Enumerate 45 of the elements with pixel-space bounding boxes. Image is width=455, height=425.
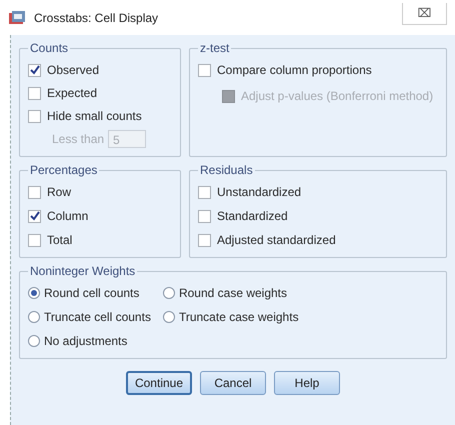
- checkbox-label: Adjust p-values (Bonferroni method): [241, 88, 434, 105]
- less-than-label: Less than: [52, 131, 104, 148]
- checkbox-label: Expected: [47, 85, 98, 102]
- radio-label: Round cell counts: [44, 285, 140, 302]
- group-title: z-test: [199, 40, 230, 57]
- radio-label: Truncate cell counts: [44, 309, 151, 326]
- group-title: Residuals: [199, 162, 254, 179]
- checkbox-label: Standardized: [217, 208, 288, 225]
- checkbox-label: Row: [47, 184, 72, 201]
- checkbox[interactable]: [28, 210, 41, 222]
- dialog-button[interactable]: Cancel: [200, 371, 266, 395]
- checkbox[interactable]: [198, 186, 211, 198]
- checkbox[interactable]: [198, 210, 211, 222]
- checkbox-label: Hide small counts: [47, 108, 142, 125]
- dialog-button[interactable]: Help: [274, 371, 340, 395]
- checkbox[interactable]: [28, 186, 41, 198]
- group-title: Noninteger Weights: [29, 263, 136, 280]
- checkbox-label: Column: [47, 208, 88, 225]
- checkbox-label: Observed: [47, 62, 100, 79]
- checkbox-label: Total: [47, 232, 72, 249]
- radio-label: No adjustments: [44, 333, 128, 350]
- radio-button[interactable]: [28, 335, 40, 347]
- close-button[interactable]: ⌧: [402, 2, 447, 24]
- checkbox[interactable]: [198, 234, 211, 246]
- checkbox[interactable]: [28, 64, 41, 76]
- radio-label: Round case weights: [178, 285, 288, 302]
- radio-button[interactable]: [162, 287, 175, 299]
- radio-button[interactable]: [28, 287, 40, 299]
- checkmark-icon: [30, 211, 40, 221]
- checkmark-icon: [30, 65, 40, 75]
- checkbox-label: Unstandardized: [217, 184, 302, 201]
- checkbox[interactable]: [198, 64, 211, 76]
- app-icon: [8, 10, 26, 26]
- checkbox[interactable]: [28, 86, 41, 100]
- checkbox-label: Compare column proportions: [217, 62, 372, 79]
- window-title: Crosstabs: Cell Display: [34, 10, 160, 26]
- dialog-button[interactable]: Continue: [126, 371, 192, 395]
- radio-button[interactable]: [162, 311, 175, 323]
- group-title: Counts: [29, 40, 70, 57]
- checkbox-label: Adjusted standardized: [217, 232, 336, 249]
- checkbox[interactable]: [28, 234, 41, 246]
- group-title: Percentages: [29, 162, 98, 179]
- checkbox[interactable]: [28, 110, 41, 122]
- radio-label: Truncate case weights: [178, 309, 299, 326]
- radio-button[interactable]: [28, 311, 40, 323]
